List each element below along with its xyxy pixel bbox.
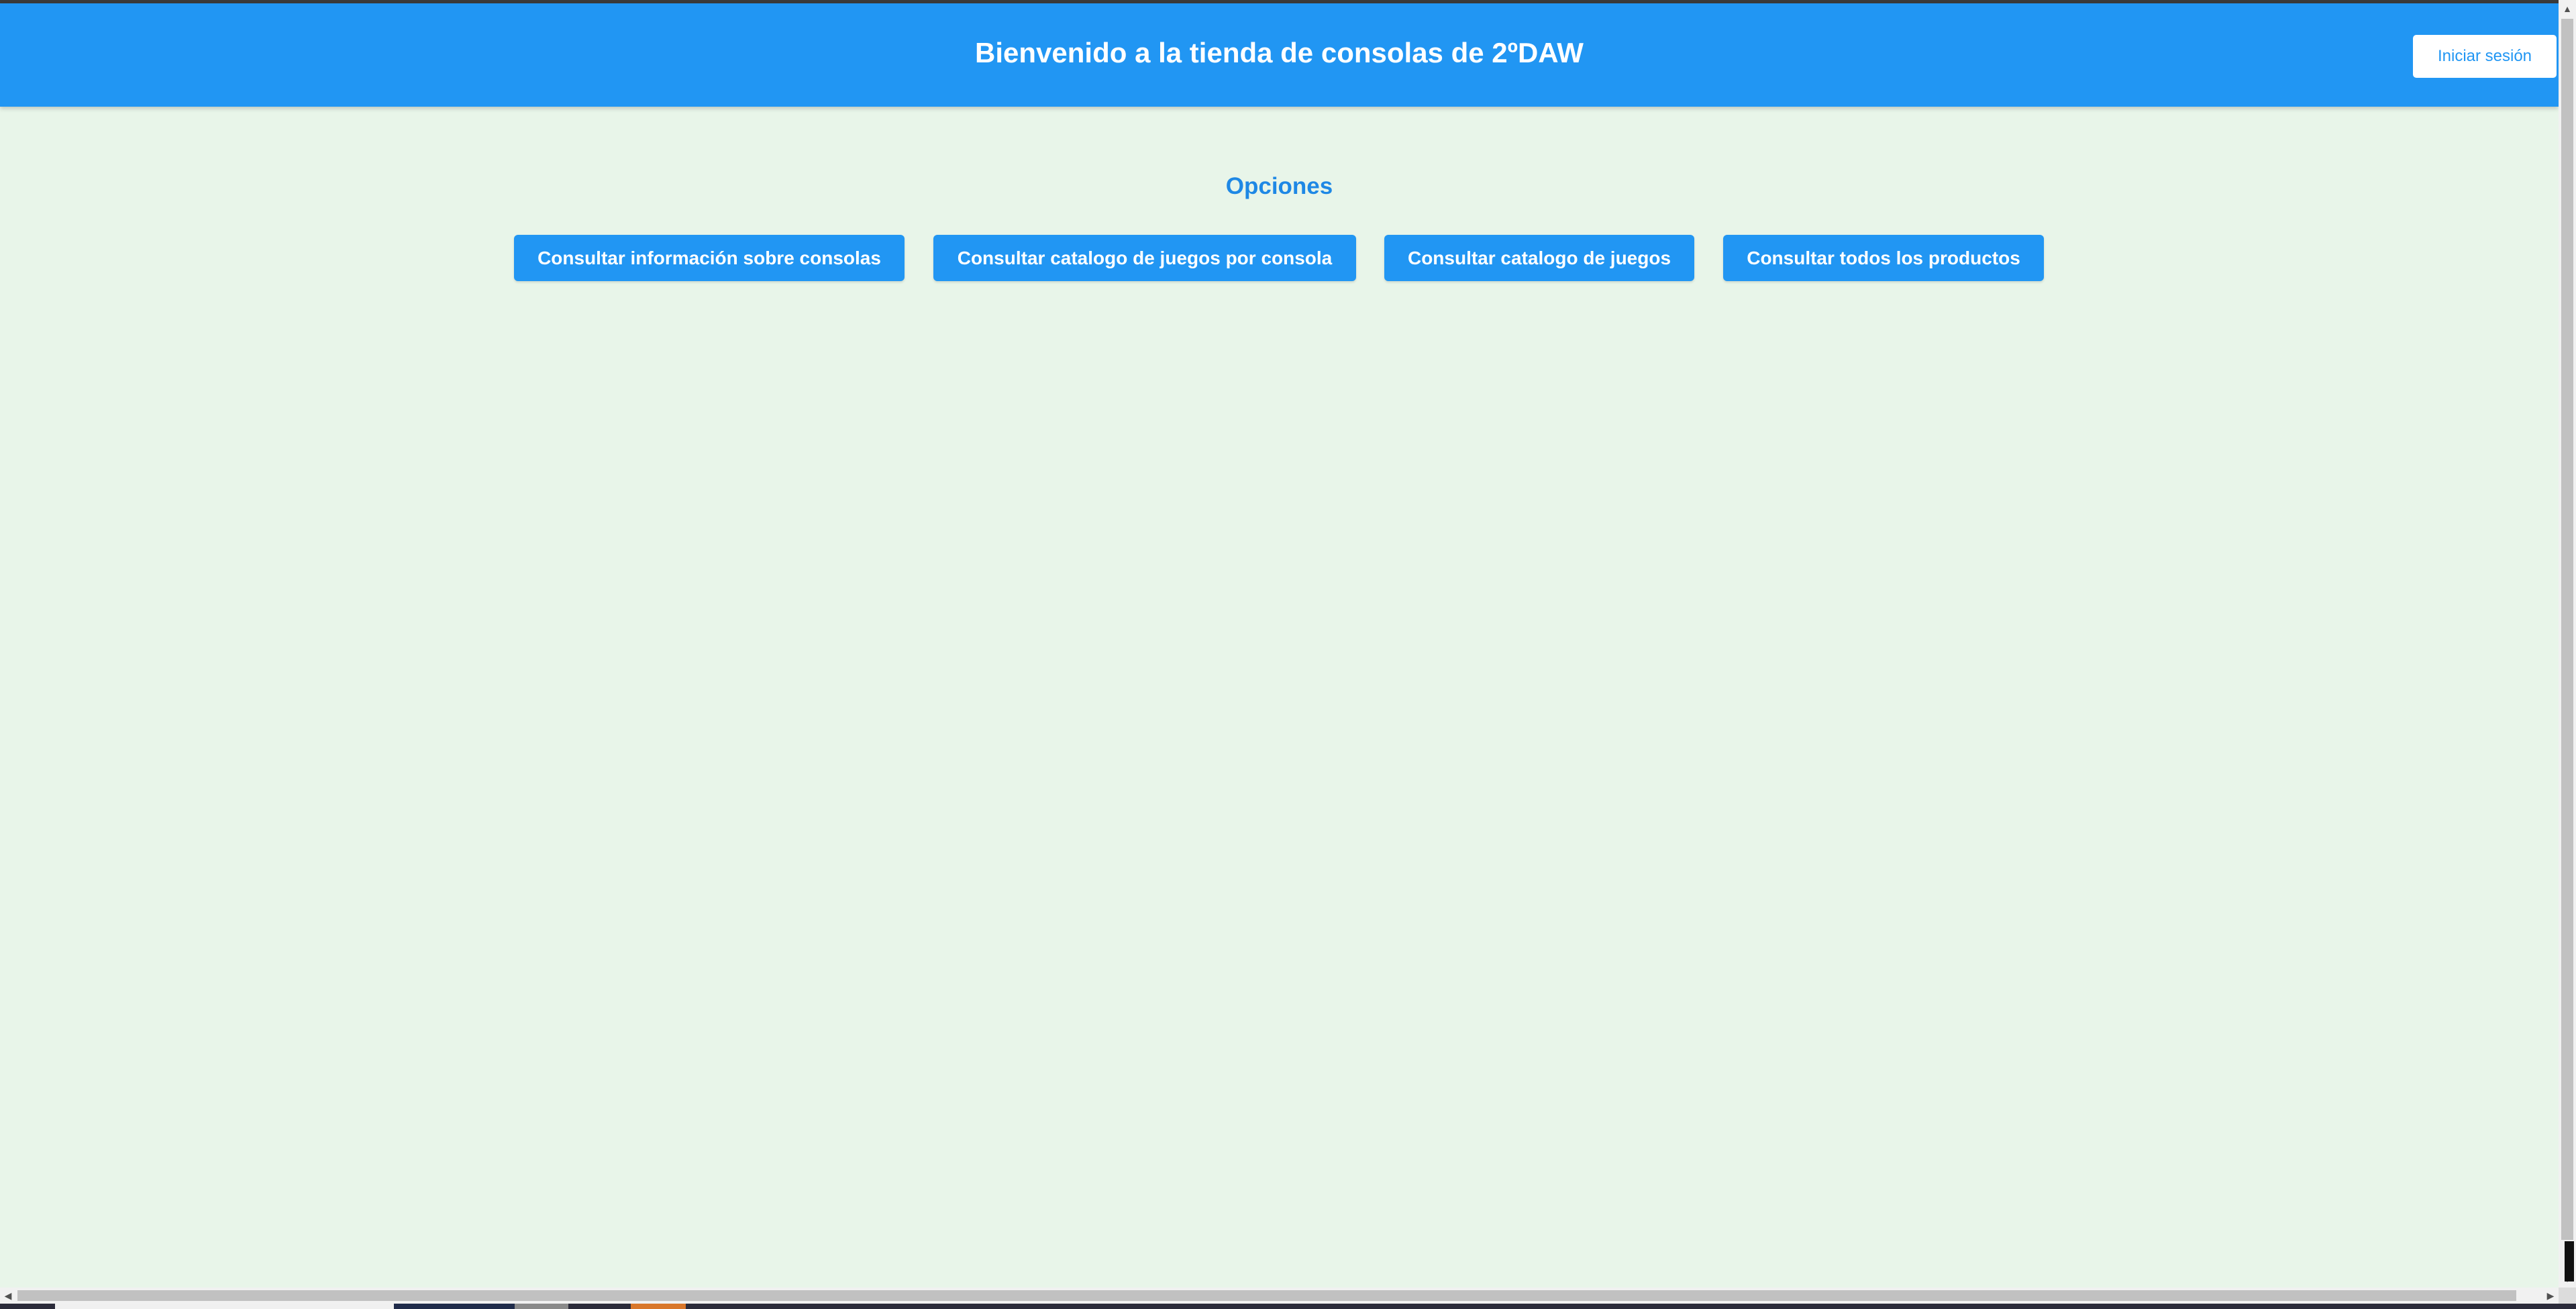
page-title: Bienvenido a la tienda de consolas de 2º… [975, 37, 1584, 68]
vertical-scrollbar-thumb[interactable] [2561, 19, 2573, 1240]
taskbar-segment [515, 1304, 568, 1309]
page-viewport: Bienvenido a la tienda de consolas de 2º… [0, 0, 2559, 1288]
arrow-left-icon[interactable]: ◀ [0, 1288, 16, 1304]
options-heading: Opciones [1225, 173, 1333, 199]
consult-consoles-info-button[interactable]: Consultar información sobre consolas [514, 235, 905, 281]
horizontal-scrollbar-thumb[interactable] [17, 1290, 2516, 1301]
consult-games-by-console-button[interactable]: Consultar catalogo de juegos por consola [933, 235, 1356, 281]
arrow-up-icon[interactable]: ▲ [2559, 0, 2576, 17]
taskbar-segment [394, 1304, 515, 1309]
site-header: Bienvenido a la tienda de consolas de 2º… [0, 3, 2559, 107]
arrow-right-icon[interactable]: ▶ [2542, 1288, 2559, 1304]
taskbar-segment [55, 1304, 394, 1309]
taskbar-strip [0, 1304, 2576, 1309]
horizontal-scrollbar[interactable]: ◀ ▶ [0, 1288, 2559, 1304]
taskbar-segment [631, 1304, 686, 1309]
scrollbar-corner [2559, 1288, 2576, 1304]
consult-games-catalog-button[interactable]: Consultar catalogo de juegos [1384, 235, 1694, 281]
login-button[interactable]: Iniciar sesión [2413, 35, 2557, 78]
options-button-row: Consultar información sobre consolas Con… [0, 235, 2559, 281]
consult-all-products-button[interactable]: Consultar todos los productos [1723, 235, 2044, 281]
resize-grip[interactable] [2565, 1241, 2574, 1281]
vertical-scrollbar[interactable]: ▲ ▼ [2559, 0, 2576, 1288]
